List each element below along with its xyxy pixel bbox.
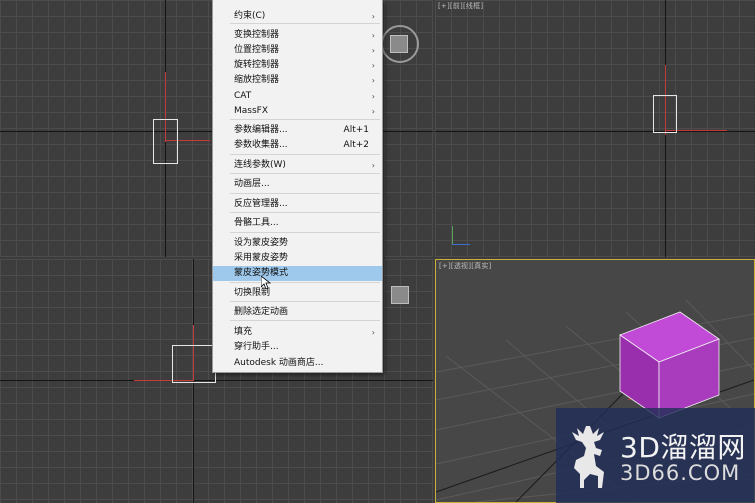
animation-context-menu: 约束(C) › 变换控制器 › 位置控制器 › 旋转控制器 › 缩放控制器 › CAT › MassFX… [212,0,383,373]
viewport-label[interactable]: [+][前][线框] [438,1,483,11]
menu-item-label: 参数收集器... [234,140,288,150]
menu-separator [230,173,380,174]
submenu-arrow-icon: › [371,92,375,101]
watermark-title: 3D溜溜网 [620,431,746,464]
submenu-arrow-icon: › [371,61,375,70]
menu-item-shortcut: Alt+2 [343,140,369,150]
menu-item-label: 位置控制器 [234,45,280,55]
menu-item[interactable]: 连线参数(W) › [213,158,382,173]
menu-item[interactable]: MassFX › [213,104,382,119]
axis-tripod-v [452,226,453,244]
watermark-banner: 3D溜溜网 3D66.COM [556,408,755,503]
watermark-url: 3D66.COM [620,461,741,485]
menu-separator [230,282,380,283]
menu-item[interactable]: 变换控制器 › [213,28,382,43]
viewcube-gizmo[interactable] [390,35,408,53]
menu-item[interactable]: 蒙皮姿势模式 [213,266,382,281]
menu-item-label: 设为蒙皮姿势 [234,238,289,248]
submenu-arrow-icon: › [371,31,375,40]
menu-separator [230,193,380,194]
menu-item-label: 约束(C) [234,11,266,21]
menu-item-label: 变换控制器 [234,30,280,40]
menu-separator [230,320,380,321]
menu-item-label: 骨骼工具... [234,218,279,228]
viewport-label[interactable]: [+][透视][真实] [439,261,491,271]
menu-item-label: Autodesk 动画商店... [234,358,324,368]
viewport-top-right[interactable]: [+][前][线框] [435,0,755,257]
menu-item-label: 连线参数(W) [234,160,286,170]
submenu-arrow-icon: › [371,328,375,337]
world-axis-x [435,131,755,132]
menu-item-shortcut: Alt+1 [343,125,369,135]
menu-item-label: CAT [234,91,252,101]
deer-logo-icon [572,426,604,488]
axis-tripod-h [452,244,470,245]
menu-item[interactable]: 位置控制器 › [213,43,382,58]
menu-separator [230,301,380,302]
menu-separator [230,119,380,120]
menu-item-label: 穿行助手... [234,342,279,352]
box-outline-front[interactable] [153,119,178,164]
menu-separator [230,232,380,233]
viewcube-gizmo[interactable] [391,286,409,304]
menu-item[interactable]: CAT › [213,89,382,104]
mouse-cursor-icon [261,276,271,290]
menu-item-label: 采用蒙皮姿势 [234,253,289,263]
submenu-arrow-icon: › [371,161,375,170]
submenu-arrow-icon: › [371,107,375,116]
menu-item[interactable]: 缩放控制器 › [213,73,382,88]
world-axis-x [0,380,433,381]
menu-item-label: 旋转控制器 [234,60,280,70]
menu-item[interactable]: 参数编辑器... Alt+1 [213,123,382,138]
menu-item[interactable]: Autodesk 动画商店... [213,356,382,371]
menu-item[interactable]: 切换限制 [213,286,382,301]
menu-item[interactable]: 反应管理器... [213,197,382,212]
menu-item[interactable]: 动画层... [213,177,382,192]
box-outline-left[interactable] [653,95,677,133]
menu-item-label: 缩放控制器 [234,75,280,85]
menu-item[interactable]: 约束(C) › [213,9,382,24]
menu-item[interactable]: 删除选定动画 [213,305,382,320]
menu-item[interactable]: 骨骼工具... [213,216,382,231]
menu-item[interactable]: 设为蒙皮姿势 [213,236,382,251]
menu-item[interactable]: 采用蒙皮姿势 [213,251,382,266]
menu-item[interactable]: 填充 › [213,325,382,340]
menu-item-label: 动画层... [234,179,270,189]
menu-item-label: 填充 [234,327,253,337]
menu-item-label: 参数编辑器... [234,125,288,135]
menu-item[interactable]: 穿行助手... [213,340,382,355]
menu-separator [230,212,380,213]
submenu-arrow-icon: › [371,12,375,21]
menu-item[interactable]: 参数收集器... Alt+2 [213,138,382,153]
menu-item-label: 删除选定动画 [234,307,289,317]
submenu-arrow-icon: › [371,46,375,55]
menu-separator [230,154,380,155]
menu-item[interactable]: 旋转控制器 › [213,58,382,73]
menu-item-label: MassFX [234,106,269,116]
submenu-arrow-icon: › [371,76,375,85]
menu-item-label: 反应管理器... [234,199,288,209]
box-outline-top[interactable] [172,345,216,383]
